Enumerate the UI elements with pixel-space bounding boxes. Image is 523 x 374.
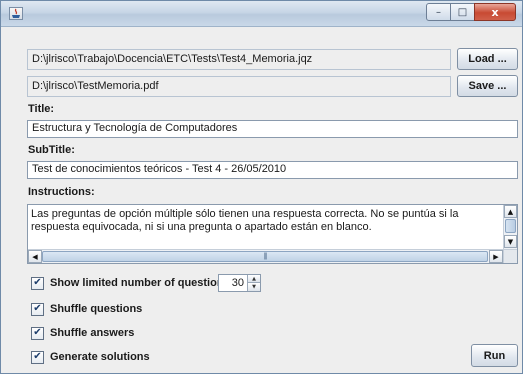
spin-down-button[interactable]: ▼ [247,283,260,291]
horizontal-scroll-thumb[interactable]: ||| [42,251,488,262]
shuffle-questions-checkbox[interactable]: ✔ [31,302,44,316]
vertical-scroll-thumb[interactable] [505,219,516,233]
shuffle-questions-option[interactable]: ✔ Shuffle questions [31,301,142,317]
subtitle-label: SubTitle: [28,144,75,156]
subtitle-input[interactable]: Test de conocimientos teóricos - Test 4 … [27,161,518,179]
instructions-textarea[interactable]: Las preguntas de opción múltiple sólo ti… [27,204,518,264]
question-count-spinner[interactable]: 30 ▲ ▼ [218,274,261,292]
scroll-corner [503,249,517,263]
shuffle-answers-checkbox[interactable]: ✔ [31,326,44,340]
output-file-path[interactable]: D:\jlrisco\TestMemoria.pdf [27,76,451,97]
input-file-path[interactable]: D:\jlrisco\Trabajo\Docencia\ETC\Tests\Te… [27,49,451,70]
limited-questions-label: Show limited number of questions [50,277,230,289]
generate-solutions-checkbox[interactable]: ✔ [31,350,44,364]
generate-solutions-option[interactable]: ✔ Generate solutions [31,349,150,365]
scroll-left-button[interactable]: ◀ [28,250,42,263]
title-input[interactable]: Estructura y Tecnología de Computadores [27,120,518,138]
content-panel: D:\jlrisco\Trabajo\Docencia\ETC\Tests\Te… [1,28,522,373]
shuffle-questions-label: Shuffle questions [50,303,143,315]
title-bar[interactable]: – □ x [1,1,522,27]
instructions-text[interactable]: Las preguntas de opción múltiple sólo ti… [31,208,501,246]
spin-up-button[interactable]: ▲ [247,275,260,283]
instructions-label: Instructions: [28,186,95,198]
horizontal-scrollbar[interactable]: ◀ ||| ▶ [28,249,503,263]
shuffle-answers-option[interactable]: ✔ Shuffle answers [31,325,134,341]
scroll-up-button[interactable]: ▲ [504,205,517,218]
shuffle-answers-label: Shuffle answers [50,327,135,339]
limited-questions-option[interactable]: ✔ Show limited number of questions [31,275,230,291]
vertical-scrollbar[interactable]: ▲ ▼ [503,205,517,249]
window-controls: – □ x [426,3,516,21]
scroll-down-button[interactable]: ▼ [504,235,517,248]
minimize-button[interactable]: – [426,3,451,21]
question-count-value[interactable]: 30 [232,277,244,289]
scroll-right-button[interactable]: ▶ [489,250,503,263]
generate-solutions-label: Generate solutions [50,351,150,363]
save-button[interactable]: Save ... [457,75,518,97]
load-button[interactable]: Load ... [457,48,518,70]
maximize-button[interactable]: □ [450,3,475,21]
title-label: Title: [28,103,55,115]
close-button[interactable]: x [474,3,516,21]
limited-questions-checkbox[interactable]: ✔ [31,276,44,290]
java-app-icon[interactable] [9,7,23,20]
main-window: – □ x D:\jlrisco\Trabajo\Docencia\ETC\Te… [0,0,523,374]
run-button[interactable]: Run [471,344,518,367]
